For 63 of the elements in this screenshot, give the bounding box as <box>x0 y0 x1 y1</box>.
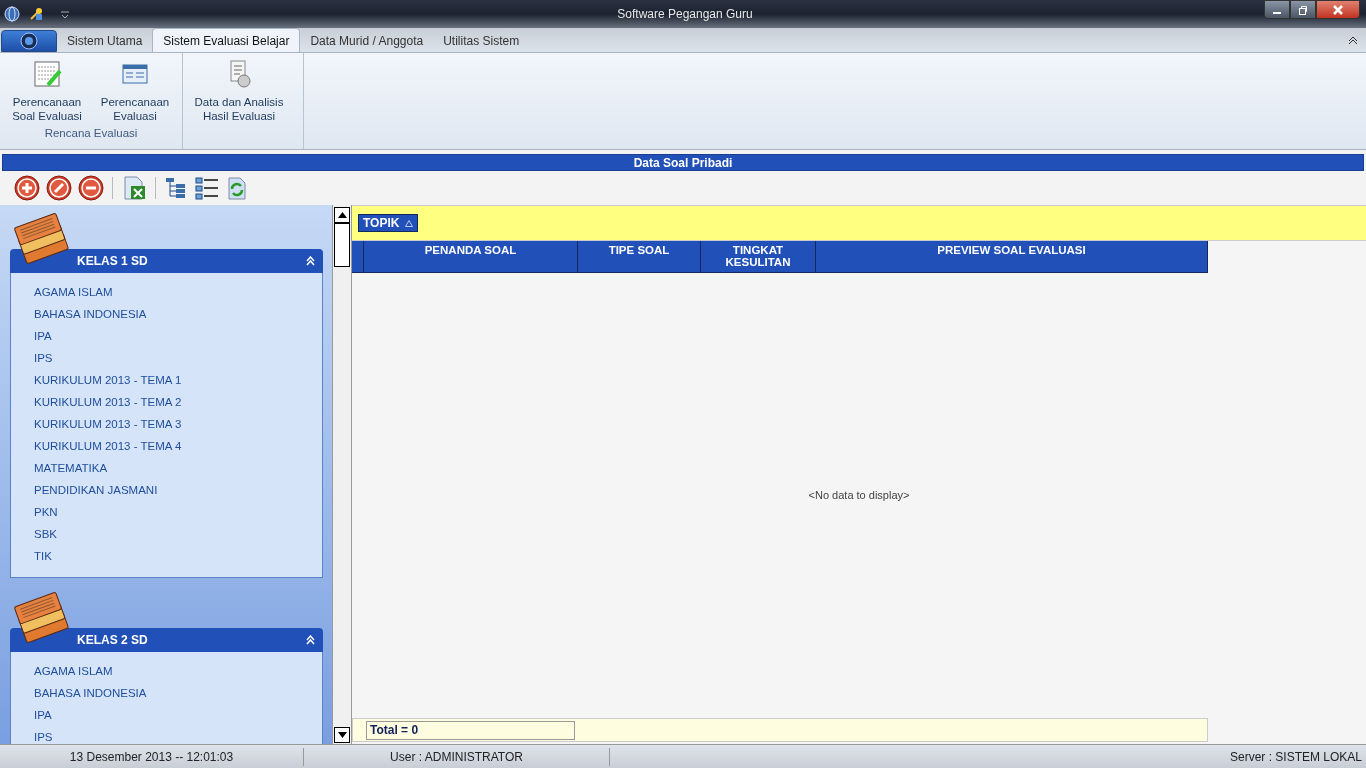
restore-button[interactable] <box>1290 0 1316 19</box>
subject-link[interactable]: IPS <box>11 727 322 744</box>
collapse-ribbon-icon[interactable] <box>1348 35 1358 45</box>
ribbon-button[interactable]: Data dan Analisis Hasil Evaluasi <box>187 59 291 123</box>
subject-link[interactable]: TIK <box>11 546 322 568</box>
status-server: Server : SISTEM LOKAL <box>1228 748 1363 766</box>
close-icon <box>1333 4 1343 15</box>
minimize-button[interactable] <box>1264 0 1290 19</box>
refresh-icon[interactable] <box>226 176 248 200</box>
subject-link[interactable]: IPA <box>11 326 322 348</box>
column-header[interactable]: PENANDA SOAL <box>364 241 578 272</box>
subject-link[interactable]: KURIKULUM 2013 - TEMA 4 <box>11 436 322 458</box>
minimize-icon <box>1273 11 1281 14</box>
subject-link[interactable]: IPS <box>11 348 322 370</box>
excel-export-icon[interactable] <box>121 175 147 201</box>
subject-link[interactable]: AGAMA ISLAM <box>11 661 322 683</box>
subject-link[interactable]: AGAMA ISLAM <box>11 282 322 304</box>
column-header[interactable]: TINGKAT KESULITAN <box>701 241 816 272</box>
total-count: Total = 0 <box>366 720 575 740</box>
sort-ascending-icon <box>405 219 414 227</box>
application-menu-button[interactable] <box>1 30 57 52</box>
list-icon[interactable] <box>194 176 220 200</box>
column-header[interactable]: PREVIEW SOAL EVALUASI <box>816 241 1208 272</box>
scrollbar-thumb[interactable] <box>334 223 350 267</box>
close-button[interactable] <box>1316 0 1360 19</box>
subject-link[interactable]: KURIKULUM 2013 - TEMA 2 <box>11 392 322 414</box>
window-title: Software Pegangan Guru <box>616 6 754 23</box>
up-arrow-icon <box>337 212 347 218</box>
subject-link[interactable]: PENDIDIKAN JASMANI <box>11 480 322 502</box>
ribbon-tab[interactable]: Sistem Evaluasi Belajar <box>152 28 301 52</box>
subject-link[interactable]: BAHASA INDONESIA <box>11 683 322 705</box>
down-arrow-icon <box>337 732 347 738</box>
vertical-scrollbar[interactable] <box>332 205 351 744</box>
ribbon-tab[interactable]: Data Murid / Anggota <box>300 30 434 52</box>
status-user: User : ADMINISTRATOR <box>304 747 610 766</box>
subject-link[interactable]: KURIKULUM 2013 - TEMA 1 <box>11 370 322 392</box>
ribbon-tab[interactable]: Sistem Utama <box>57 30 153 52</box>
column-header[interactable]: TIPE SOAL <box>578 241 701 272</box>
ribbon-button[interactable]: Perencanaan Soal Evaluasi <box>4 59 90 123</box>
subject-link[interactable]: BAHASA INDONESIA <box>11 304 322 326</box>
restore-icon <box>1298 4 1308 15</box>
subject-link[interactable]: IPA <box>11 705 322 727</box>
subject-link[interactable]: MATEMATIKA <box>11 458 322 480</box>
add-icon[interactable] <box>14 175 40 201</box>
group-label: Rencana Evaluasi <box>44 126 138 140</box>
ribbon-tab[interactable]: Utilitas Sistem <box>433 30 530 52</box>
group-header[interactable]: KELAS 2 SD <box>10 628 323 652</box>
tree-icon[interactable] <box>164 176 188 200</box>
edit-icon[interactable] <box>46 175 72 201</box>
subject-link[interactable]: KURIKULUM 2013 - TEMA 3 <box>11 414 322 436</box>
grid-pencil-icon <box>32 59 62 89</box>
subject-link[interactable]: SBK <box>11 524 322 546</box>
empty-message: <No data to display> <box>808 488 910 504</box>
subject-link[interactable]: PKN <box>11 502 322 524</box>
panel-title: Data Soal Pribadi <box>2 154 1364 171</box>
scroll-up-button[interactable] <box>334 207 350 223</box>
remove-icon[interactable] <box>78 175 104 201</box>
status-date: 13 Desember 2013 -- 12:01:03 <box>0 747 304 766</box>
group-by-button[interactable]: TOPIK <box>358 214 419 232</box>
ribbon-button[interactable]: Perencanaan Evaluasi <box>92 59 178 123</box>
quick-access-icon[interactable] <box>60 9 70 19</box>
group-header[interactable]: KELAS 1 SD <box>10 249 323 273</box>
scroll-down-button[interactable] <box>334 727 350 743</box>
